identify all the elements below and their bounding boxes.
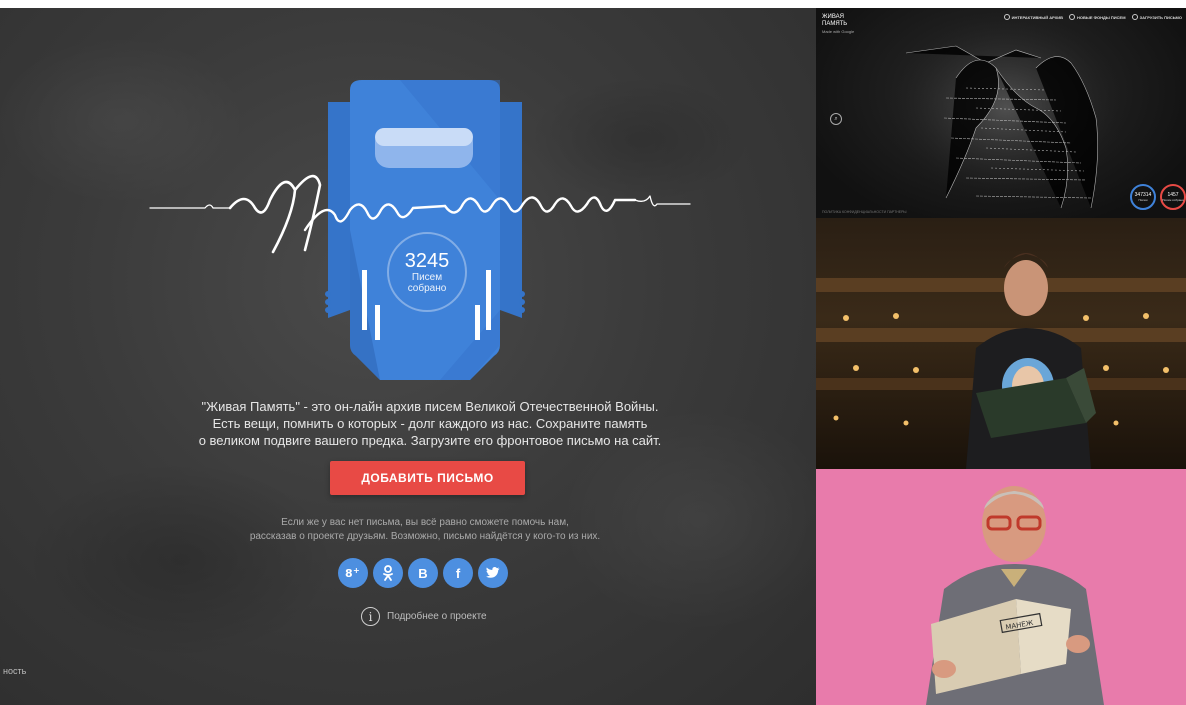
word-cloud-photo — [886, 13, 1126, 209]
mini-search-icon[interactable]: ⌕ — [830, 113, 842, 125]
info-icon: i — [361, 607, 380, 626]
letters-count-label-2: собрано — [407, 283, 447, 294]
vkontakte-icon[interactable]: B — [408, 558, 438, 588]
mini-nav-item-archive[interactable]: ИНТЕРАКТИВНЫЙ АРХИВ — [1003, 14, 1063, 20]
fb-glyph: f — [455, 565, 461, 581]
mini-nav-item-new[interactable]: НОВЫЕ ФОНДЫ ПИСЕМ — [1069, 14, 1126, 20]
svg-text:8: 8 — [345, 567, 353, 580]
svg-text:+: + — [353, 566, 360, 575]
description-line-2: Есть вещи, помнить о которых - долг кажд… — [212, 416, 648, 431]
letters-count-label-1: Писем — [411, 272, 443, 283]
mini-powered-by: Made with Google — [822, 29, 855, 34]
project-description: "Живая Память" - это он-лайн архив писем… — [140, 398, 720, 449]
add-letter-button[interactable]: ДОБАВИТЬ ПИСЬМО — [330, 461, 525, 495]
letters-counter: 3245 Писем собрано — [387, 232, 467, 312]
mini-logo-line1: ЖИВАЯ — [822, 14, 844, 20]
odnoklassniki-icon[interactable] — [373, 558, 403, 588]
mini-footer-text: ПОЛИТИКА КОНФИДЕНЦИАЛЬНОСТИ ПАРТНЕРЫ — [822, 210, 907, 214]
letters-count: 3245 — [404, 250, 450, 272]
main-landing-panel: 3245 Писем собрано "Живая Память" - это … — [0, 0, 816, 705]
mini-logo-line2: ПАМЯТЬ — [822, 21, 848, 27]
preview-site-archive: ЖИВАЯ ПАМЯТЬ Made with Google ИНТЕРАКТИВ… — [816, 8, 1186, 218]
mini-upload-icon — [1131, 14, 1138, 20]
mini-stat-blue: 347314 Писем — [1130, 184, 1156, 210]
mini-stat-red-label: Писем собрано — [1162, 197, 1184, 202]
mini-site-logo[interactable]: ЖИВАЯ ПАМЯТЬ Made with Google — [822, 14, 854, 35]
vk-glyph: B — [418, 565, 428, 581]
footer-partial-text: ность — [3, 666, 27, 676]
help-text: Если же у вас нет письма, вы всё равно с… — [190, 516, 660, 544]
social-share-buttons: 8 + B f — [338, 558, 508, 588]
help-line-1: Если же у вас нет письма, вы всё равно с… — [281, 517, 569, 528]
mini-stat-blue-label: Писем — [1138, 197, 1148, 202]
pink-photo: МАНЕЖ — [926, 486, 1104, 705]
mini-nav: ИНТЕРАКТИВНЫЙ АРХИВ НОВЫЕ ФОНДЫ ПИСЕМ ЗА… — [1003, 14, 1182, 20]
help-line-2: рассказав о проекте друзьям. Возможно, п… — [249, 531, 601, 542]
more-about-label: Подробнее о проекте — [387, 611, 487, 622]
description-line-3: о великом подвиге вашего предка. Загрузи… — [198, 433, 662, 448]
description-line-1: "Живая Память" - это он-лайн архив писем… — [201, 399, 659, 414]
twitter-icon[interactable] — [478, 558, 508, 588]
mini-new-icon — [1069, 14, 1076, 20]
facebook-icon[interactable]: f — [443, 558, 473, 588]
theatre-photo — [816, 253, 1186, 469]
photo-reader-pink: МАНЕЖ — [816, 469, 1186, 705]
more-about-project-link[interactable]: i Подробнее о проекте — [361, 607, 487, 626]
photo-reader-theatre — [816, 218, 1186, 469]
mini-archive-icon — [1003, 14, 1010, 20]
top-white-strip — [0, 0, 816, 8]
mini-nav-item-upload[interactable]: ЗАГРУЗИТЬ ПИСЬМО — [1131, 14, 1182, 20]
google-plus-icon[interactable]: 8 + — [338, 558, 368, 588]
mini-stat-red: 1457 Писем собрано — [1160, 184, 1186, 210]
